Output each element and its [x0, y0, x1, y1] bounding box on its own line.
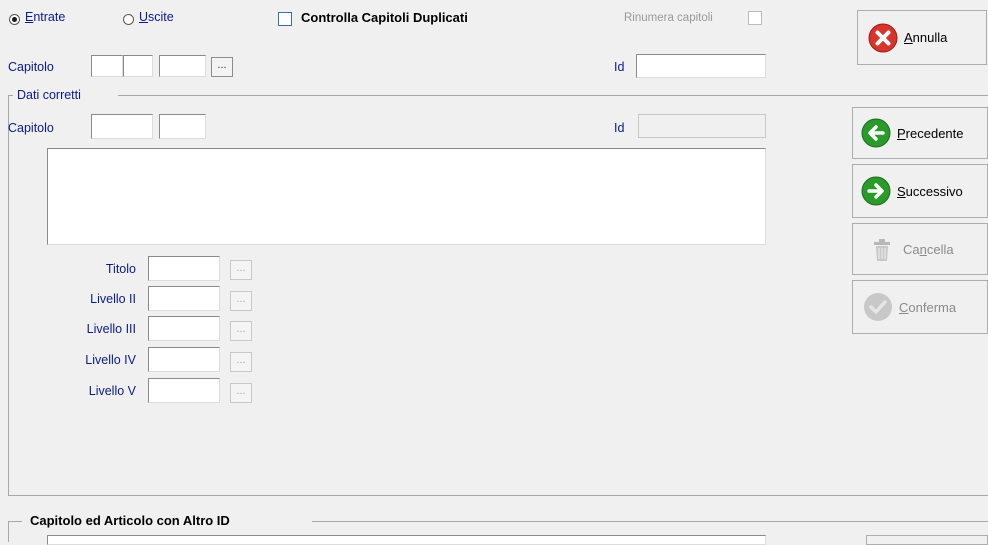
livello-iv-label: Livello IV [85, 353, 136, 367]
titolo-label: Titolo [105, 262, 136, 276]
checkbox-controlla-duplicati-label[interactable]: Controlla Capitoli Duplicati [301, 10, 468, 25]
cancella-label: Cancella [903, 241, 954, 257]
titolo-lookup-button[interactable]: ... [230, 260, 252, 280]
conferma-button[interactable]: Conferma [852, 280, 988, 334]
conferma-label: Conferma [899, 299, 957, 315]
capitolo-lookup-button[interactable]: ... [211, 57, 233, 77]
altro-id-input[interactable] [47, 535, 766, 545]
livello-v-lookup-button[interactable]: ... [230, 383, 252, 403]
check-icon [864, 293, 892, 321]
descrizione-textarea[interactable] [47, 148, 766, 245]
annulla-label: Annulla [904, 30, 948, 45]
livello-iii-input[interactable] [148, 316, 220, 341]
radio-uscite-label[interactable]: Uscite [139, 10, 174, 24]
cancella-button[interactable]: Cancella [852, 223, 988, 275]
livello-ii-input[interactable] [148, 286, 220, 311]
livello-v-label: Livello V [88, 384, 136, 398]
capitolo-input-3[interactable] [159, 55, 206, 77]
radio-entrate-label[interactable]: Entrate [25, 10, 65, 24]
livello-iv-input[interactable] [148, 347, 220, 372]
radio-entrate[interactable] [9, 14, 20, 25]
checkbox-rinumera-capitoli[interactable] [748, 11, 762, 25]
arrow-right-icon [861, 176, 891, 206]
capitolo-input-1[interactable] [91, 55, 123, 77]
precedente-button[interactable]: Precedente [852, 107, 988, 159]
checkbox-controlla-duplicati[interactable] [278, 12, 292, 26]
cancel-icon [868, 23, 898, 52]
radio-uscite[interactable] [123, 14, 134, 25]
capitolo-input-2[interactable] [123, 55, 153, 77]
altro-id-group-title: Capitolo ed Articolo con Altro ID [26, 513, 234, 528]
trash-icon [874, 239, 890, 261]
livello-iii-label: Livello III [86, 322, 136, 336]
rinumera-capitoli-label: Rinumera capitoli [624, 12, 713, 24]
livello-ii-label: Livello II [90, 292, 136, 306]
precedente-label: Precedente [897, 125, 964, 141]
successivo-button[interactable]: Successivo [852, 164, 988, 218]
id-label: Id [614, 60, 625, 74]
dati-corretti-id-label: Id [614, 121, 625, 135]
dati-corretti-capitolo-input-1[interactable] [91, 114, 153, 139]
livello-ii-lookup-button[interactable]: ... [230, 291, 252, 311]
livello-iv-lookup-button[interactable]: ... [230, 352, 252, 372]
altro-id-side-button[interactable] [866, 535, 988, 545]
dati-corretti-title: Dati corretti [15, 88, 83, 102]
dati-corretti-capitolo-input-2[interactable] [159, 114, 206, 139]
successivo-label: Successivo [897, 183, 963, 199]
dati-corretti-capitolo-label: Capitolo [8, 121, 54, 135]
livello-iii-lookup-button[interactable]: ... [230, 321, 252, 341]
livello-v-input[interactable] [148, 378, 220, 403]
arrow-left-icon [861, 118, 891, 148]
titolo-input[interactable] [148, 256, 220, 281]
capitolo-label: Capitolo [8, 60, 54, 74]
dati-corretti-id-input [638, 114, 766, 138]
annulla-button[interactable]: Annulla [857, 10, 987, 65]
id-input[interactable] [636, 54, 766, 78]
